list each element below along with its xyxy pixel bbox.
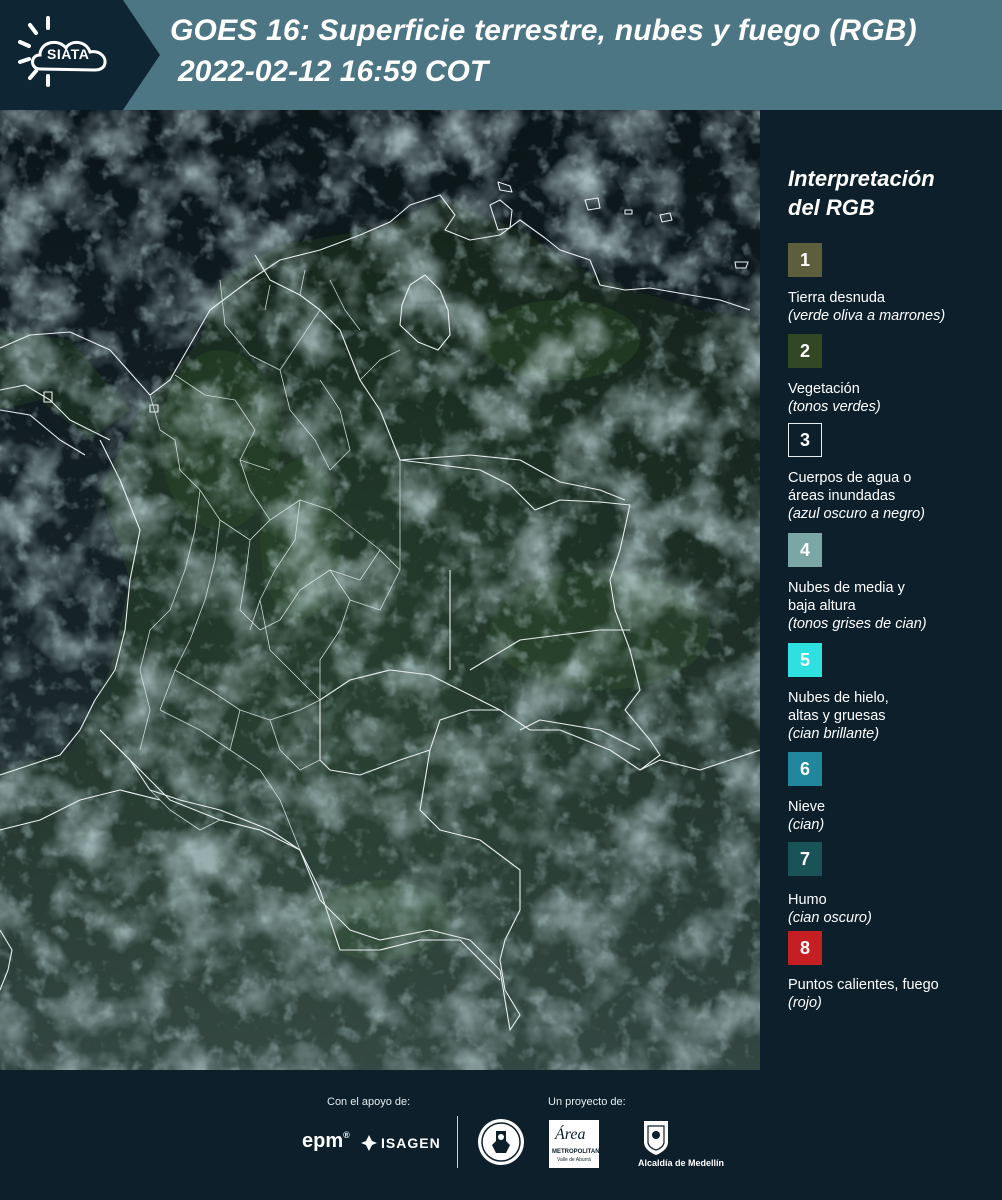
legend-label-4: Nubes de media y <box>788 580 905 596</box>
satellite-image <box>0 110 760 1070</box>
legend-swatch-7: 7 <box>788 842 822 876</box>
legend-number-2: 2 <box>799 340 810 361</box>
legend-panel: Interpretación del RGB 1 Tierra desnuda … <box>760 110 1002 1070</box>
legend-swatch-4: 4 <box>788 533 822 567</box>
legend-swatch-3: 3 <box>788 423 822 457</box>
siata-logo: SIATA <box>0 0 160 110</box>
legend-item-bare-soil: 1 Tierra desnuda (verde oliva a marrones… <box>788 243 998 325</box>
legend-label-1: Tierra desnuda <box>788 290 885 306</box>
legend-label-3: Cuerpos de agua o <box>788 470 912 486</box>
page-title: GOES 16: Superficie terrestre, nubes y f… <box>170 14 917 47</box>
epm-logo-text: epm <box>302 1130 344 1152</box>
legend-desc-6: (cian) <box>788 817 825 833</box>
legend-label-5b: altas y gruesas <box>788 708 886 724</box>
legend-swatch-8: 8 <box>788 931 822 965</box>
isagen-mark-icon <box>361 1135 377 1151</box>
area-logo-sub2: Valle de Aburrá <box>557 1157 591 1163</box>
legend-label-5: Nubes de hielo, <box>788 690 889 706</box>
page-timestamp: 2022-02-12 16:59 COT <box>178 55 489 88</box>
legend-desc-4: (tonos grises de cian) <box>788 616 927 632</box>
alcaldia-logo: Alcaldía de Medellín <box>638 1118 724 1172</box>
universidad-seal <box>476 1117 526 1172</box>
legend-item-smoke: 7 Humo (cian oscuro) <box>788 842 998 927</box>
legend-label-8: Puntos calientes, fuego <box>788 977 939 993</box>
legend-title: Interpretación del RGB <box>788 164 935 222</box>
legend-label-3b: áreas inundadas <box>788 488 896 504</box>
legend-number-8: 8 <box>799 937 810 958</box>
seal-icon <box>478 1119 524 1165</box>
legend-label-4b: baja altura <box>788 598 856 614</box>
legend-label-6: Nieve <box>788 799 826 815</box>
legend-number-1: 1 <box>799 249 810 270</box>
legend-number-3: 3 <box>799 429 810 450</box>
isagen-logo-text: ISAGEN <box>381 1135 441 1151</box>
logo-text: SIATA <box>47 46 90 62</box>
legend-item-ice-clouds: 5 Nubes de hielo, altas y gruesas (cian … <box>788 643 998 743</box>
support-label: Con el apoyo de: <box>327 1096 411 1108</box>
legend-number-6: 6 <box>799 758 810 779</box>
area-metropolitana-logo: Área METROPOLITANA Valle de Aburrá <box>549 1120 604 1168</box>
area-logo-main: Área <box>555 1126 586 1143</box>
alcaldia-logo-text: Alcaldía de Medellín <box>638 1158 725 1168</box>
legend-item-snow: 6 Nieve (cian) <box>788 752 998 834</box>
legend-item-vegetation: 2 Vegetación (tonos verdes) <box>788 334 998 416</box>
legend-title-line1: Interpretación <box>788 166 935 191</box>
header-bar: SIATA GOES 16: Superficie terrestre, nub… <box>0 0 1002 110</box>
footer-divider <box>457 1116 458 1168</box>
legend-swatch-5: 5 <box>788 643 822 677</box>
legend-desc-8: (rojo) <box>788 995 822 1011</box>
legend-number-5: 5 <box>799 649 810 670</box>
legend-desc-7: (cian oscuro) <box>788 910 872 926</box>
legend-swatch-2: 2 <box>788 334 822 368</box>
legend-desc-5: (cian brillante) <box>788 726 880 742</box>
legend-title-line2: del RGB <box>788 195 875 220</box>
legend-desc-2: (tonos verdes) <box>788 399 881 415</box>
legend-label-7: Humo <box>788 892 827 908</box>
legend-desc-1: (verde oliva a marrones) <box>788 308 946 324</box>
legend-number-7: 7 <box>799 848 810 869</box>
epm-logo: epm® <box>302 1130 350 1152</box>
legend-swatch-6: 6 <box>788 752 822 786</box>
footer: Con el apoyo de: Un proyecto de: epm® IS… <box>0 1070 1002 1200</box>
project-label: Un proyecto de: <box>548 1096 626 1108</box>
legend-swatch-1: 1 <box>788 243 822 277</box>
coat-of-arms-icon <box>644 1121 668 1155</box>
legend-label-2: Vegetación <box>788 381 860 397</box>
legend-number-4: 4 <box>799 539 810 560</box>
legend-item-water: 3 Cuerpos de agua o áreas inundadas (azu… <box>788 423 998 523</box>
legend-item-mid-clouds: 4 Nubes de media y baja altura (tonos gr… <box>788 533 998 633</box>
legend-desc-3: (azul oscuro a negro) <box>788 506 926 522</box>
area-logo-sub1: METROPOLITANA <box>552 1149 604 1155</box>
legend-item-fire: 8 Puntos calientes, fuego (rojo) <box>788 931 998 1012</box>
